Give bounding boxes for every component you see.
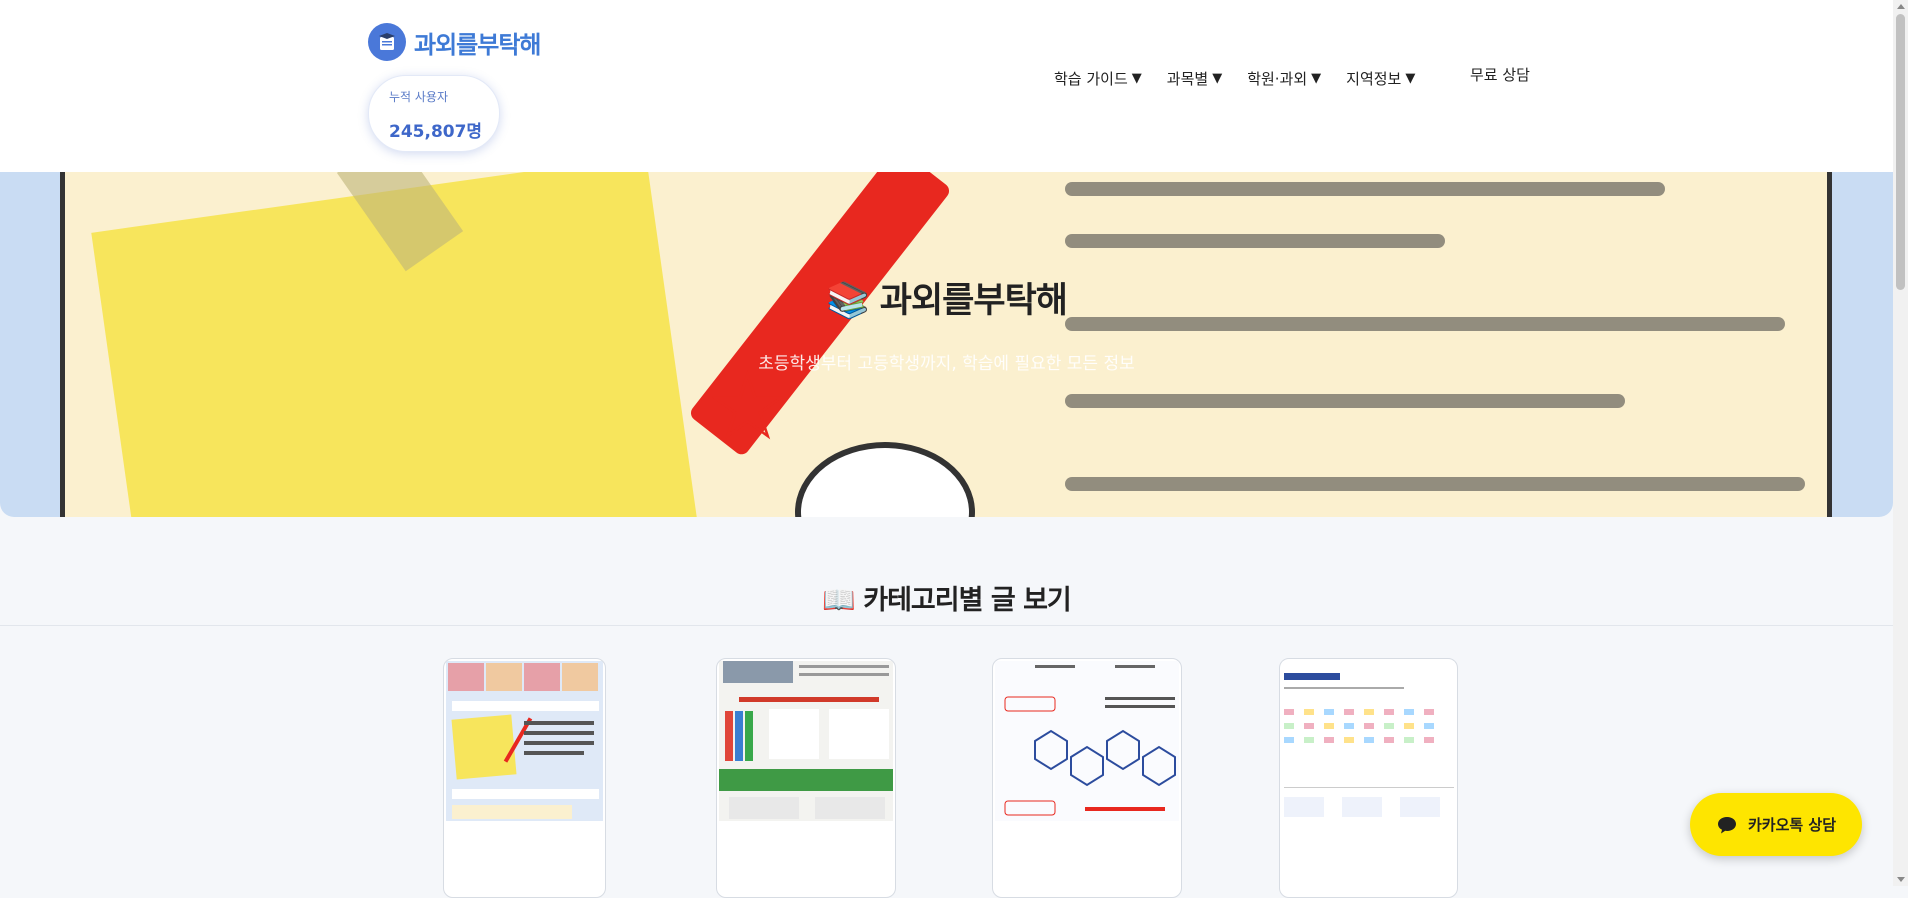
card-thumbnail-image xyxy=(446,661,603,821)
graduation-cap-icon xyxy=(368,23,406,61)
hero-title: 📚 과외를부탁해 xyxy=(826,281,1068,321)
user-counter-badge: 누적 사용자 245,807명 xyxy=(368,75,500,152)
card-thumbnail-image xyxy=(995,661,1179,821)
nav-item-study-guide[interactable]: 학습 가이드 ▼ xyxy=(1054,68,1142,89)
nav-item-academy-tutoring[interactable]: 학원·과외 ▼ xyxy=(1247,68,1321,89)
section-divider xyxy=(0,625,1893,626)
nav-item-label: 학습 가이드 xyxy=(1054,70,1128,88)
hero-background-image: ☆ xyxy=(60,172,1832,517)
category-card[interactable] xyxy=(1279,658,1458,898)
category-card[interactable] xyxy=(716,658,896,898)
dropdown-arrow-icon: ▼ xyxy=(1131,71,1142,86)
category-card[interactable] xyxy=(443,658,606,898)
category-card[interactable] xyxy=(992,658,1182,898)
user-counter-label: 누적 사용자 xyxy=(389,90,449,104)
user-counter-value: 245,807명 xyxy=(389,122,483,142)
student-illustration xyxy=(795,442,975,517)
logo-text: 과외를부탁해 xyxy=(414,30,541,59)
nav-item-label: 지역정보 xyxy=(1346,70,1402,88)
nav-free-consult-link[interactable]: 무료 상담 xyxy=(1470,64,1530,85)
scroll-down-arrow-icon[interactable] xyxy=(1897,877,1905,882)
card-thumbnail-image xyxy=(719,661,893,821)
main-nav: 학습 가이드 ▼ 과목별 ▼ 학원·과외 ▼ 지역정보 ▼ xyxy=(1054,68,1440,89)
vertical-scrollbar[interactable] xyxy=(1893,0,1908,886)
card-thumbnail-image xyxy=(1282,661,1455,821)
scroll-up-arrow-icon[interactable] xyxy=(1897,4,1905,9)
category-section-heading: 📖 카테고리별 글 보기 xyxy=(822,585,1072,616)
hero-banner: ☆ 📚 과외를부탁해 초등학생부터 고등학생까지, 학습에 필요한 모든 정보 xyxy=(0,172,1893,517)
chat-bubble-icon xyxy=(1717,816,1736,833)
dropdown-arrow-icon: ▼ xyxy=(1405,71,1416,86)
nav-item-region-info[interactable]: 지역정보 ▼ xyxy=(1346,68,1415,89)
kakao-consult-label: 카카오톡 상담 xyxy=(1747,816,1837,834)
site-logo[interactable]: 과외를부탁해 xyxy=(368,23,541,61)
kakao-consult-button[interactable]: 카카오톡 상담 xyxy=(1690,793,1862,856)
dropdown-arrow-icon: ▼ xyxy=(1311,71,1322,86)
nav-item-label: 학원·과외 xyxy=(1247,70,1308,88)
nav-item-label: 과목별 xyxy=(1166,70,1209,88)
dropdown-arrow-icon: ▼ xyxy=(1212,71,1223,86)
scrollbar-thumb[interactable] xyxy=(1896,14,1905,290)
note-text-illustration xyxy=(1065,172,1825,517)
hero-subtitle: 초등학생부터 고등학생까지, 학습에 필요한 모든 정보 xyxy=(758,354,1135,374)
site-header: 과외를부탁해 누적 사용자 245,807명 학습 가이드 ▼ 과목별 ▼ 학원… xyxy=(0,0,1893,172)
nav-item-subjects[interactable]: 과목별 ▼ xyxy=(1167,68,1222,89)
